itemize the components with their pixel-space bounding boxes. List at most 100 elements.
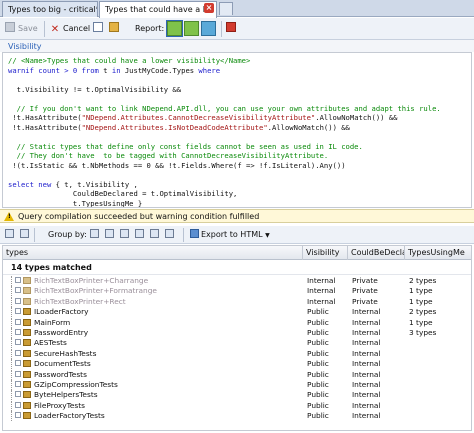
tab-types-lower-visibility[interactable]: Types that could have a l... (99, 1, 217, 18)
column-header-visibility[interactable]: Visibility (303, 246, 348, 260)
checkbox[interactable] (15, 339, 21, 346)
code-token: .AllowNoMatch()) && (315, 113, 398, 122)
code-line: // Static types that define only const f… (8, 142, 363, 152)
table-row[interactable]: MainForm Public Internal 1 type (3, 317, 471, 328)
type-name: LoaderFactoryTests (34, 411, 105, 421)
could-be-declared-cell: Internal (352, 307, 381, 317)
checkbox[interactable] (15, 381, 21, 387)
checkbox[interactable] (15, 297, 21, 304)
query-editor[interactable]: // <Name>Types that could have a lower v… (2, 52, 472, 208)
report-icon[interactable] (201, 21, 216, 36)
separator (183, 228, 184, 242)
report-icon[interactable] (184, 21, 199, 36)
types-using-me-cell: 2 types (409, 307, 437, 317)
close-icon[interactable]: × (204, 3, 214, 13)
settings-button[interactable] (109, 22, 122, 36)
group-header[interactable]: 14 types matched (3, 261, 471, 275)
tab-strip: Types too big - critical* Types that cou… (0, 0, 474, 18)
save-button[interactable]: Save (5, 22, 38, 36)
table-row[interactable]: LoaderFactoryTests Public Internal (3, 411, 471, 422)
expand-button[interactable] (20, 229, 31, 241)
class-icon (23, 349, 31, 357)
code-line: select new { t, t.Visibility , (8, 180, 138, 190)
could-be-declared-cell: Private (352, 286, 378, 296)
type-cell: PasswordEntry (15, 328, 303, 338)
group-by-button[interactable] (105, 229, 116, 241)
code-line: // They don't have to be tagged with Can… (8, 151, 329, 161)
report-label: Report: (135, 24, 165, 33)
group-by-label: Group by: (48, 230, 87, 239)
export-to-html-button[interactable]: Export to HTML ▼ (190, 229, 270, 242)
group-by-button[interactable] (90, 229, 101, 241)
checkbox[interactable] (15, 349, 21, 356)
checkbox[interactable] (15, 277, 21, 283)
cancel-button[interactable]: ✕ Cancel (50, 22, 90, 36)
table-row[interactable]: AESTests Public Internal (3, 338, 471, 349)
code-token: warnif count > 0 (8, 65, 82, 75)
code-line: t.Visibility != t.OptimalVisibility && (8, 85, 181, 95)
code-line: !t.HasAttribute("NDepend.Attributes.IsNo… (8, 123, 350, 133)
tree-line (11, 296, 12, 307)
checkbox[interactable] (15, 329, 21, 335)
table-row[interactable]: GZipCompressionTests Public Internal (3, 380, 471, 390)
collapse-button[interactable] (5, 229, 16, 241)
table-row[interactable]: PasswordTests Public Internal (3, 369, 471, 380)
status-bar: Query compilation succeeded but warning … (0, 209, 474, 223)
table-row[interactable]: SecureHashTests Public Internal (3, 348, 471, 359)
close-icon (226, 22, 236, 32)
type-cell: GZipCompressionTests (15, 380, 303, 390)
group-by-button[interactable] (120, 229, 131, 241)
type-name: PasswordEntry (34, 328, 89, 337)
type-name: MainForm (34, 317, 71, 327)
checkbox[interactable] (15, 391, 21, 398)
help-icon (93, 22, 103, 32)
column-header-types-using-me[interactable]: TypesUsingMe (405, 246, 471, 260)
tree-line (11, 276, 12, 286)
new-tab-icon[interactable] (219, 2, 233, 15)
tab-types-too-big[interactable]: Types too big - critical* (2, 1, 98, 17)
table-row[interactable]: RichTextBoxPrinter+Charrange Internal Priv… (3, 276, 471, 286)
group-by-button[interactable] (165, 229, 176, 241)
table-row[interactable]: ILoaderFactory Public Internal 2 types (3, 307, 471, 318)
group-by-icon (135, 229, 144, 238)
checkbox[interactable] (15, 412, 21, 419)
type-cell: ByteHelpersTests (15, 390, 303, 400)
checkbox[interactable] (15, 360, 21, 367)
code-line: !t.HasAttribute("NDepend.Attributes.Cann… (8, 113, 397, 123)
code-token: t.TypesUsingMe } (8, 198, 143, 208)
separator (34, 228, 35, 242)
checkbox[interactable] (15, 318, 21, 325)
export-label: Export to HTML (201, 230, 263, 239)
type-name: RichTextBoxPrinter+Rect (34, 296, 126, 306)
table-row[interactable]: FileProxyTests Public Internal (3, 400, 471, 411)
checkbox[interactable] (15, 308, 21, 315)
report-icon[interactable] (166, 20, 183, 37)
type-name: AESTests (34, 338, 67, 348)
type-name: DocumentTests (34, 359, 91, 369)
help-button[interactable] (93, 22, 106, 36)
code-token: !(t.IsStatic && t.NbMethods == 0 && !t.F… (8, 160, 346, 170)
types-using-me-cell: 1 type (409, 296, 433, 306)
table-row[interactable]: RichTextBoxPrinter+Rect Internal Private 1 … (3, 296, 471, 307)
visibility-cell: Public (307, 328, 329, 337)
type-name: RichTextBoxPrinter+Charrange (34, 276, 149, 285)
grid-header: types Visibility CouldBeDeclarec TypesUs… (3, 246, 471, 260)
group-by-button[interactable] (135, 229, 146, 241)
close-query-button[interactable] (226, 22, 239, 36)
code-token: "NDepend.Attributes.IsNotDeadCodeAttribu… (81, 122, 268, 132)
table-row[interactable]: ByteHelpersTests Public Internal (3, 390, 471, 401)
save-label: Save (18, 24, 38, 33)
code-token: t.Visibility != t.OptimalVisibility && (8, 84, 182, 94)
checkbox[interactable] (15, 287, 21, 294)
column-header-could-be-declared[interactable]: CouldBeDeclarec (348, 246, 405, 260)
column-header-types[interactable]: types (3, 246, 303, 260)
group-by-button[interactable] (150, 229, 161, 241)
visibility-cell: Public (307, 411, 329, 421)
table-row[interactable]: RichTextBoxPrinter+Formatrange Internal Pr… (3, 286, 471, 297)
table-row[interactable]: PasswordEntry Public Internal 3 types (3, 328, 471, 338)
checkbox[interactable] (15, 370, 21, 377)
visibility-cell: Public (307, 307, 329, 317)
checkbox[interactable] (15, 401, 21, 408)
code-token: CouldBeDeclared = t.OptimalVisibility, (8, 189, 238, 198)
table-row[interactable]: DocumentTests Public Internal (3, 359, 471, 370)
